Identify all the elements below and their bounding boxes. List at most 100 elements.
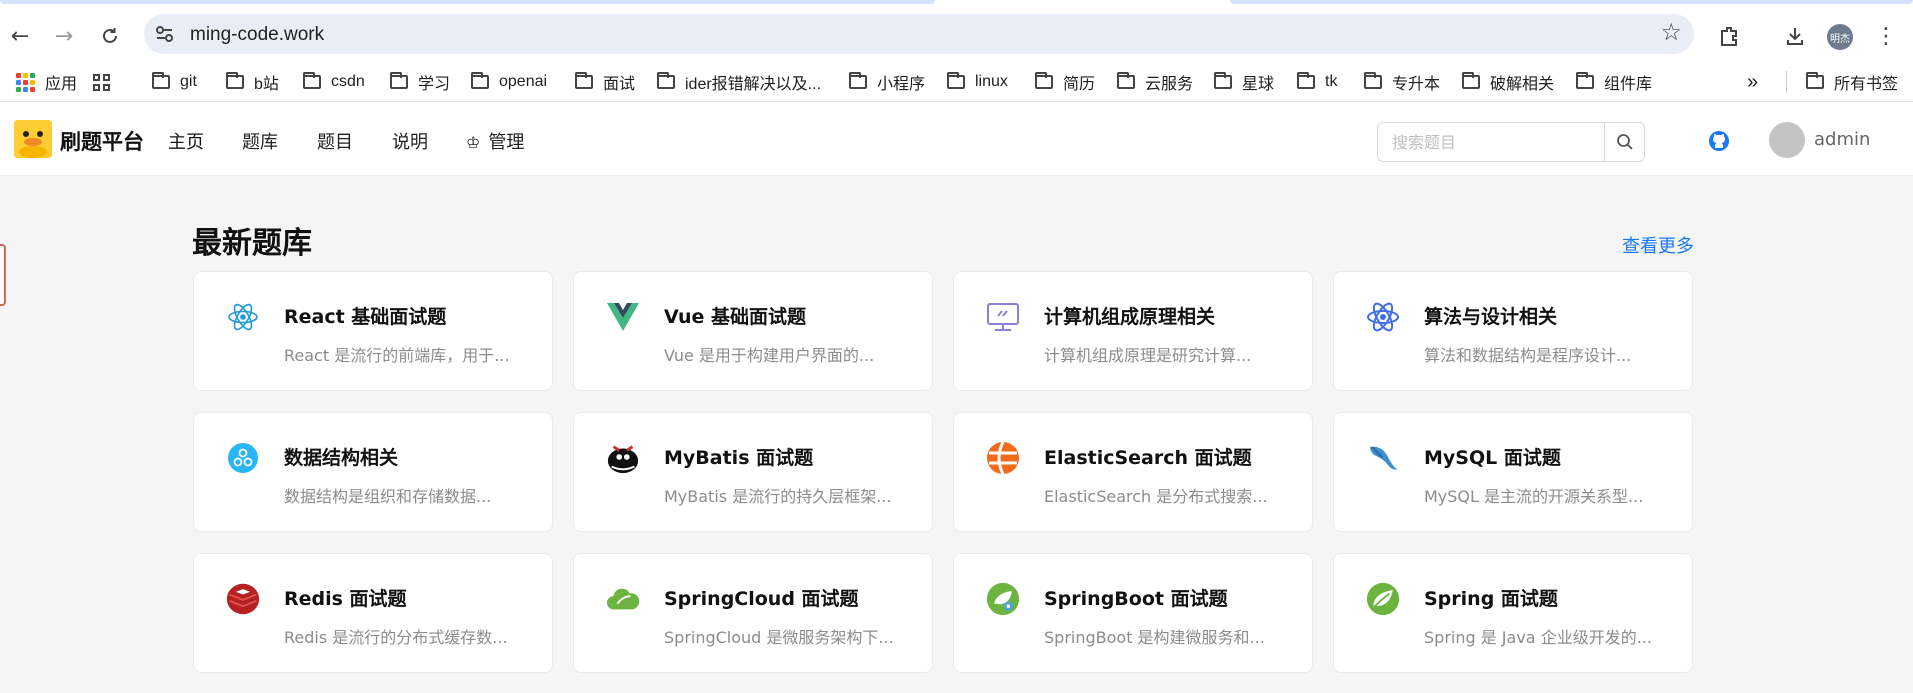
browser-toolbar: ← → ming-code.work ☆ 明杰 ⋮ bbox=[0, 6, 1913, 62]
menu-item-admin[interactable]: ♔ 管理 bbox=[466, 128, 524, 154]
duck-logo-icon[interactable] bbox=[14, 120, 52, 158]
card-title: Vue 基础面试题 bbox=[664, 306, 807, 328]
react-icon bbox=[226, 300, 260, 334]
forward-icon[interactable]: → bbox=[48, 20, 80, 52]
question-bank-card[interactable]: Vue 基础面试题 Vue 是用于构建用户界面的... bbox=[573, 271, 933, 391]
bookmark-folder[interactable]: 学习 bbox=[390, 70, 450, 94]
question-bank-card[interactable]: Redis 面试题 Redis 是流行的分布式缓存数... bbox=[193, 553, 553, 673]
question-bank-card[interactable]: MyBatis 面试题 MyBatis 是流行的持久层框架... bbox=[573, 412, 933, 532]
bookmark-label: 所有书签 bbox=[1834, 76, 1899, 93]
back-icon[interactable]: ← bbox=[4, 20, 36, 52]
bookmark-folder[interactable]: 星球 bbox=[1214, 70, 1274, 94]
atom-icon bbox=[1366, 300, 1400, 334]
question-bank-card[interactable]: React 基础面试题 React 是流行的前端库，用于... bbox=[193, 271, 553, 391]
bookmark-folder[interactable]: 破解相关 bbox=[1462, 70, 1554, 94]
question-bank-card[interactable]: SpringBoot 面试题 SpringBoot 是构建微服务和... bbox=[953, 553, 1313, 673]
reload-icon[interactable] bbox=[94, 20, 126, 52]
folder-icon bbox=[152, 72, 170, 89]
bookmark-folder[interactable]: csdn bbox=[303, 70, 365, 94]
bookmark-star-icon[interactable]: ☆ bbox=[1660, 18, 1682, 46]
question-bank-card[interactable]: ElasticSearch 面试题 ElasticSearch 是分布式搜索..… bbox=[953, 412, 1313, 532]
bookmark-folder[interactable]: 云服务 bbox=[1117, 70, 1193, 94]
bookmark-label: 应用 bbox=[45, 76, 78, 93]
card-title: 算法与设计相关 bbox=[1424, 306, 1558, 328]
bookmarks-overflow-button[interactable]: » bbox=[1747, 70, 1758, 94]
crown-icon: ♔ bbox=[466, 133, 481, 152]
card-title: Redis 面试题 bbox=[284, 588, 407, 610]
bookmark-folder[interactable]: 专升本 bbox=[1364, 70, 1440, 94]
menu-item-questions[interactable]: 题目 bbox=[317, 128, 353, 154]
folder-icon bbox=[1364, 72, 1382, 89]
question-bank-card[interactable]: Spring 面试题 Spring 是 Java 企业级开发的... bbox=[1333, 553, 1693, 673]
bookmark-folder[interactable]: b站 bbox=[226, 70, 279, 94]
search-input[interactable] bbox=[1378, 123, 1604, 161]
card-title: 计算机组成原理相关 bbox=[1044, 306, 1216, 328]
bookmark-folder[interactable]: 面试 bbox=[575, 70, 635, 94]
card-title: MyBatis 面试题 bbox=[664, 447, 814, 469]
floating-side-tab[interactable] bbox=[0, 244, 6, 306]
card-description: SpringBoot 是构建微服务和... bbox=[1044, 628, 1265, 647]
question-bank-card[interactable]: SpringCloud 面试题 SpringCloud 是微服务架构下... bbox=[573, 553, 933, 673]
view-more-link[interactable]: 查看更多 bbox=[1622, 232, 1694, 258]
folder-icon bbox=[1214, 72, 1232, 89]
bookmark-folder[interactable]: git bbox=[152, 70, 197, 94]
elasticsearch-icon bbox=[986, 441, 1020, 475]
bookmark-folder[interactable]: 简历 bbox=[1035, 70, 1095, 94]
url-text[interactable]: ming-code.work bbox=[190, 24, 324, 46]
bookmark-label: 简历 bbox=[1063, 76, 1096, 93]
bookmark-folder[interactable]: openai bbox=[471, 70, 547, 94]
bookmark-grid[interactable] bbox=[93, 70, 110, 94]
section-title: 最新题库 bbox=[192, 226, 312, 261]
folder-icon bbox=[1576, 72, 1594, 89]
card-description: React 是流行的前端库，用于... bbox=[284, 346, 510, 365]
extensions-icon[interactable] bbox=[1713, 20, 1745, 52]
github-icon[interactable] bbox=[1708, 130, 1730, 152]
address-bar[interactable]: ming-code.work ☆ bbox=[144, 14, 1694, 54]
menu-item-about[interactable]: 说明 bbox=[392, 128, 428, 154]
folder-icon bbox=[947, 72, 965, 89]
question-bank-card[interactable]: MySQL 面试题 MySQL 是主流的开源关系型... bbox=[1333, 412, 1693, 532]
all-bookmarks-button[interactable]: 所有书签 bbox=[1806, 70, 1898, 94]
redis-icon bbox=[226, 582, 260, 616]
bookmark-label: csdn bbox=[331, 73, 365, 90]
site-title[interactable]: 刷题平台 bbox=[60, 126, 144, 156]
bookmarks-divider bbox=[1786, 71, 1787, 93]
folder-icon bbox=[1806, 72, 1824, 89]
folder-icon bbox=[1462, 72, 1480, 89]
username[interactable]: admin bbox=[1814, 129, 1870, 150]
mysql-icon bbox=[1366, 441, 1400, 475]
menu-item-label: 管理 bbox=[488, 132, 525, 153]
bookmark-folder[interactable]: 组件库 bbox=[1576, 70, 1652, 94]
browser-tab[interactable] bbox=[0, 0, 935, 4]
profile-avatar[interactable]: 明杰 bbox=[1827, 24, 1853, 50]
bookmark-folder[interactable]: 小程序 bbox=[849, 70, 925, 94]
more-menu-icon[interactable]: ⋮ bbox=[1870, 20, 1902, 52]
card-description: MySQL 是主流的开源关系型... bbox=[1424, 487, 1644, 506]
menu-item-banks[interactable]: 题库 bbox=[242, 128, 278, 154]
question-bank-card[interactable]: 算法与设计相关 算法和数据结构是程序设计... bbox=[1333, 271, 1693, 391]
bookmark-folder[interactable]: linux bbox=[947, 70, 1008, 94]
bookmark-label: ider报错解决以及... bbox=[685, 76, 822, 93]
card-title: React 基础面试题 bbox=[284, 306, 447, 328]
search-button[interactable] bbox=[1604, 123, 1644, 161]
spring-icon bbox=[1366, 582, 1400, 616]
download-icon[interactable] bbox=[1779, 20, 1811, 52]
bookmark-folder[interactable]: ider报错解决以及... bbox=[657, 70, 821, 94]
browser-tab[interactable] bbox=[1230, 0, 1913, 4]
bookmark-folder[interactable]: tk bbox=[1297, 70, 1337, 94]
site-info-icon[interactable] bbox=[154, 24, 176, 44]
card-description: 计算机组成原理是研究计算... bbox=[1044, 346, 1252, 365]
avatar[interactable] bbox=[1769, 122, 1805, 158]
bookmark-label: git bbox=[180, 73, 197, 90]
question-bank-card[interactable]: 数据结构相关 数据结构是组织和存储数据... bbox=[193, 412, 553, 532]
menu-item-home[interactable]: 主页 bbox=[168, 128, 204, 154]
card-description: Vue 是用于构建用户界面的... bbox=[664, 346, 875, 365]
card-title: SpringCloud 面试题 bbox=[664, 588, 859, 610]
bookmark-apps[interactable]: 应用 bbox=[16, 70, 77, 94]
card-description: ElasticSearch 是分布式搜索... bbox=[1044, 487, 1268, 506]
folder-icon bbox=[390, 72, 408, 89]
question-bank-card[interactable]: 计算机组成原理相关 计算机组成原理是研究计算... bbox=[953, 271, 1313, 391]
grid-icon bbox=[93, 73, 110, 91]
bookmark-label: 组件库 bbox=[1604, 76, 1653, 93]
folder-icon bbox=[226, 72, 244, 89]
